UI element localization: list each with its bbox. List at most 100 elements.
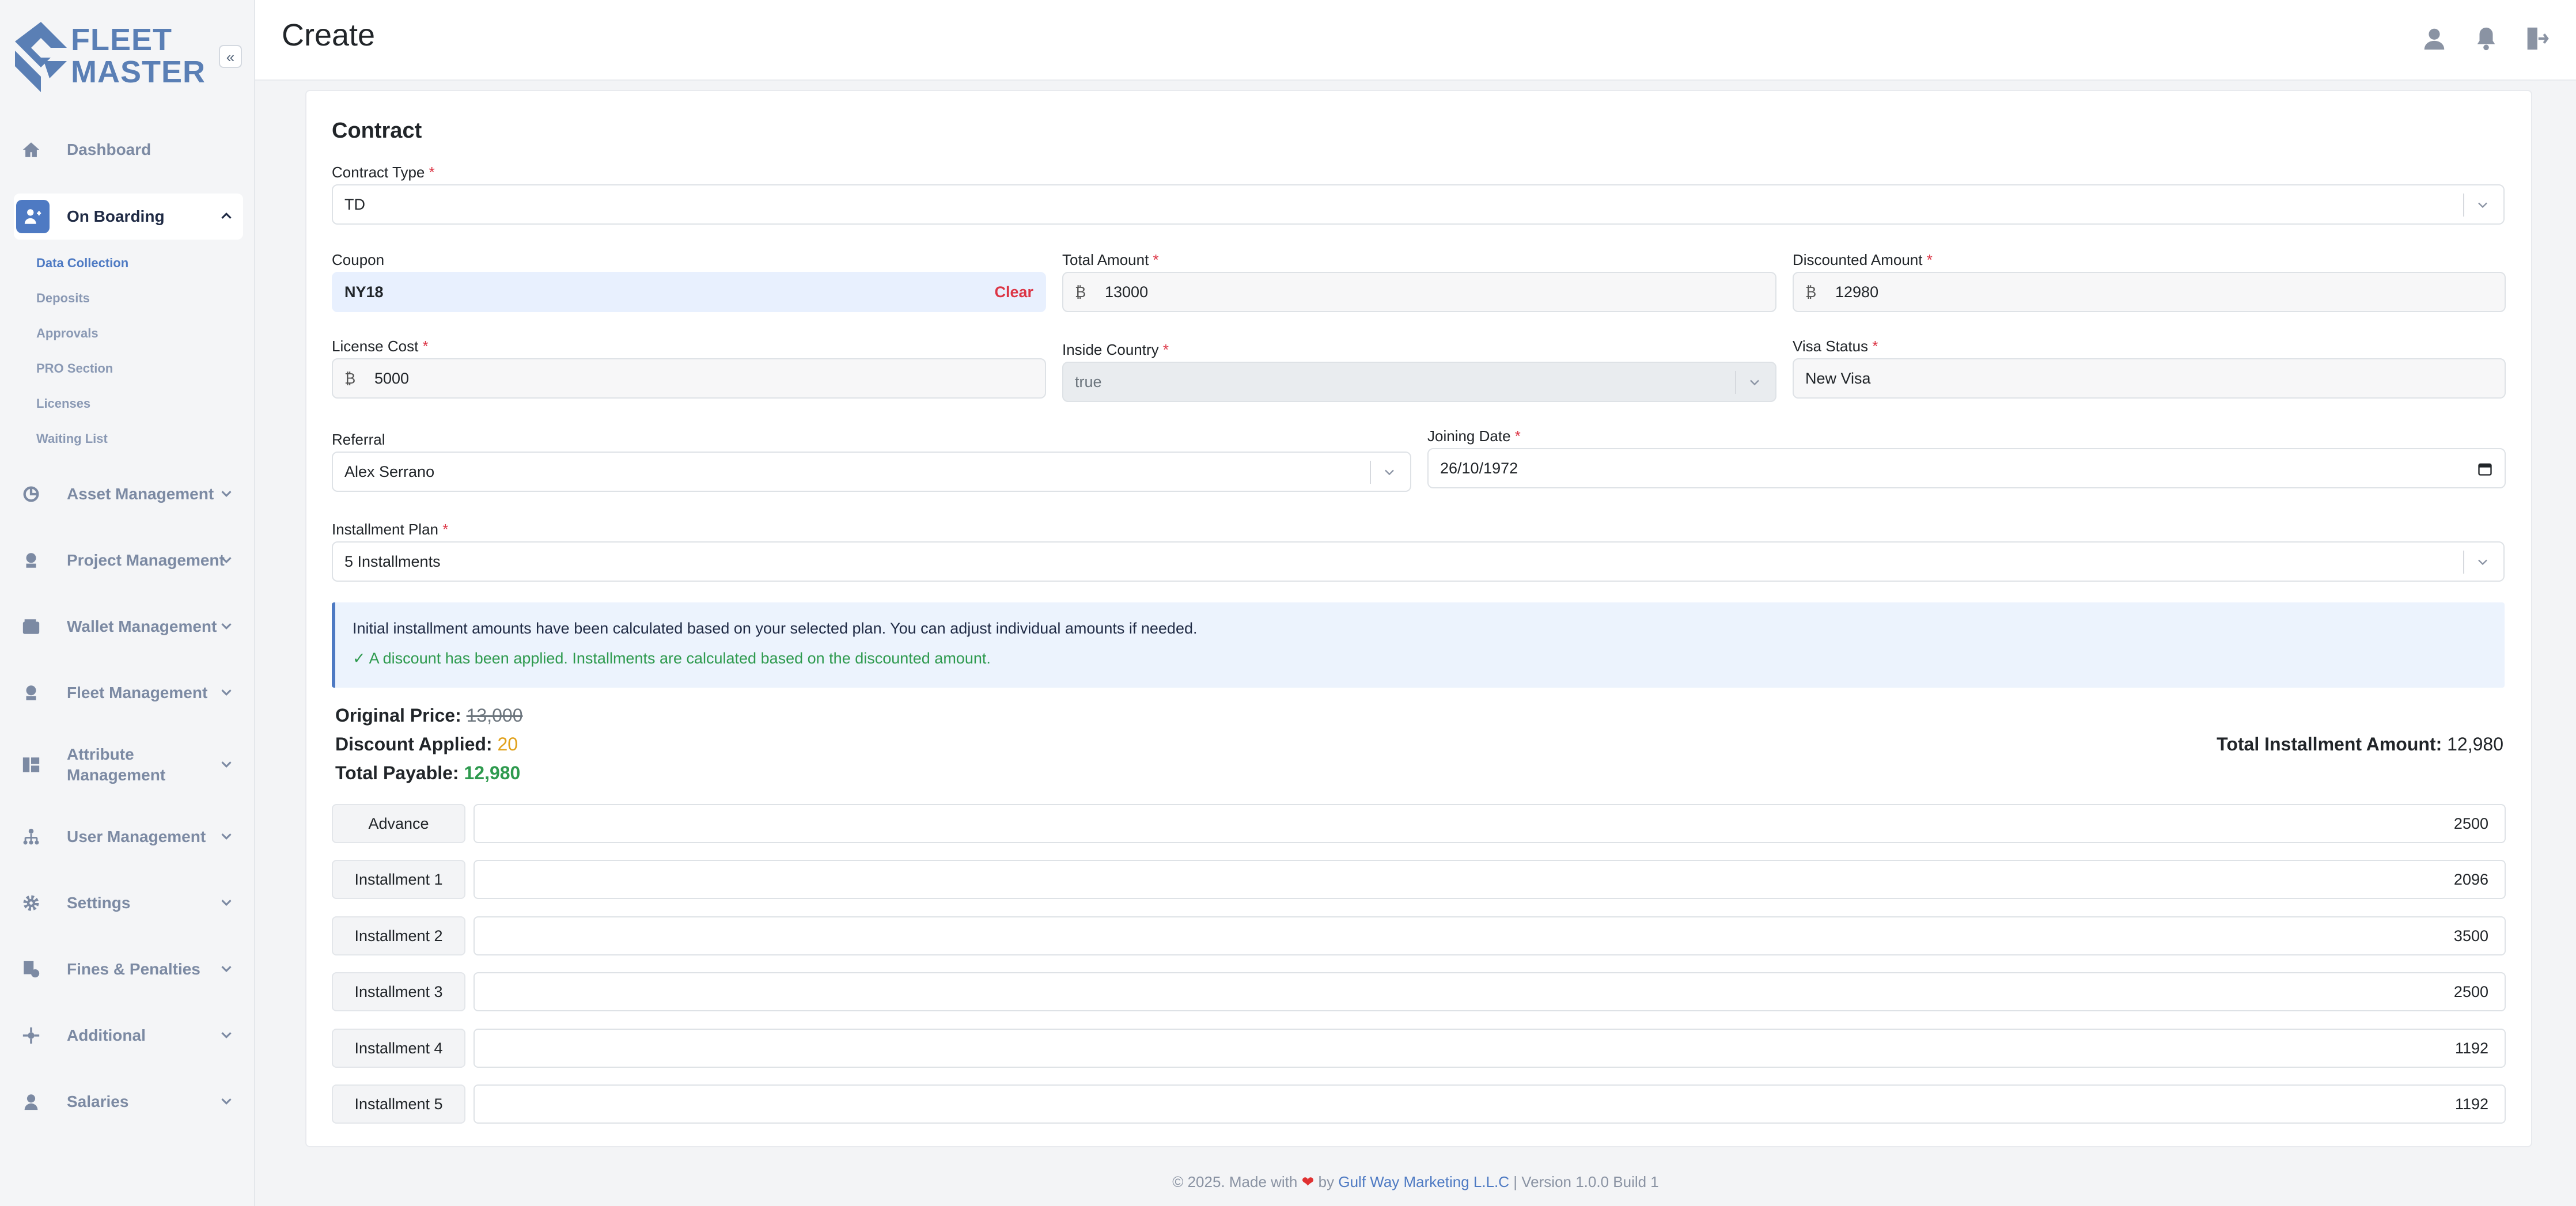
sidebar-sub-waiting-list[interactable]: Waiting List [36, 431, 108, 446]
joining-date-value: 26/10/1972 [1440, 460, 1518, 477]
installment-input-1[interactable]: 2096 [473, 860, 2506, 899]
sidebar-item-attribute-management[interactable]: Attribute Management [14, 742, 243, 788]
logout-icon[interactable] [2523, 25, 2550, 52]
sidebar-item-additional[interactable]: Additional [14, 1012, 243, 1059]
users-icon [20, 825, 43, 848]
sidebar-sub-licenses[interactable]: Licenses [36, 396, 90, 411]
sidebar-item-label: On Boarding [67, 207, 165, 225]
sidebar-sub-approvals[interactable]: Approvals [36, 326, 99, 341]
sidebar-sub-deposits[interactable]: Deposits [36, 291, 90, 306]
installment-label-advance: Advance [332, 804, 465, 843]
discounted-amount-input[interactable]: ₿ 12980 [1793, 272, 2506, 312]
section-title: Contract [332, 119, 422, 143]
fleet-icon [20, 681, 43, 704]
sidebar-item-label-line2: Management [67, 766, 166, 784]
chevron-down-icon [221, 1032, 232, 1038]
logo-text-master: MASTER [71, 55, 206, 89]
sidebar-item-wallet-management[interactable]: Wallet Management [14, 604, 243, 650]
discounted-amount-value: 12980 [1835, 283, 1879, 301]
installment-input-advance[interactable]: 2500 [473, 804, 2506, 843]
installment-plan-select[interactable]: 5 Installments [332, 541, 2505, 582]
sidebar-item-label: Dashboard [67, 141, 151, 158]
coupon-value: NY18 [344, 283, 384, 301]
total-installment-value: 12,980 [2447, 734, 2503, 754]
license-cost-input[interactable]: ₿ 5000 [332, 358, 1046, 399]
sidebar-item-settings[interactable]: Settings [14, 880, 243, 926]
clear-coupon-button[interactable]: Clear [994, 273, 1033, 311]
company-link[interactable]: Gulf Way Marketing L.L.C [1338, 1173, 1509, 1190]
sidebar-item-label: Attribute [67, 745, 134, 763]
contract-form-card: Contract Contract Type * TD Coupon NY18 … [305, 90, 2532, 1147]
home-icon [20, 138, 43, 161]
sidebar-item-salaries[interactable]: Salaries [14, 1079, 243, 1125]
installment-input-3[interactable]: 2500 [473, 972, 2506, 1011]
sidebar-item-fines-penalties[interactable]: Fines & Penalties [14, 946, 243, 992]
license-cost-label: License Cost * [332, 337, 429, 355]
total-amount-input[interactable]: ₿ 13000 [1062, 272, 1776, 312]
sidebar-item-asset-management[interactable]: Asset Management [14, 471, 243, 517]
logo: FLEET MASTER [15, 22, 211, 92]
sidebar-item-user-management[interactable]: User Management [14, 814, 243, 860]
visa-status-input[interactable]: New Visa [1793, 358, 2506, 399]
chevron-down-icon [1750, 380, 1759, 386]
installment-label-4: Installment 4 [332, 1029, 465, 1068]
discount-applied: Discount Applied: 20 [335, 734, 518, 754]
installment-input-4[interactable]: 1192 [473, 1029, 2506, 1068]
chevron-down-icon [221, 491, 232, 497]
sidebar-item-label: Fleet Management [67, 684, 208, 701]
installment-input-5[interactable]: 1192 [473, 1084, 2506, 1124]
original-price-value: 13,000 [466, 705, 523, 726]
calendar-icon[interactable] [2477, 461, 2493, 477]
contract-type-select[interactable]: TD [332, 184, 2505, 225]
footer: © 2025. Made with ❤ by Gulf Way Marketin… [255, 1158, 2576, 1206]
currency-icon: ₿ [344, 370, 356, 387]
inside-country-label: Inside Country * [1062, 341, 1169, 358]
attribute-icon [20, 753, 43, 776]
sidebar-item-project-management[interactable]: Project Management [14, 537, 243, 583]
alert-info-text: Initial installment amounts have been ca… [353, 620, 1198, 637]
referral-select[interactable]: Alex Serrano [332, 452, 1411, 492]
chevron-down-icon [221, 557, 232, 563]
version-text: | Version 1.0.0 Build 1 [1513, 1173, 1659, 1190]
logo-text-fleet: FLEET [71, 22, 172, 57]
referral-value: Alex Serrano [344, 463, 435, 480]
collapse-sidebar-button[interactable]: « [219, 45, 242, 68]
currency-icon: ₿ [1075, 283, 1086, 301]
wallet-icon [20, 615, 43, 638]
user-icon[interactable] [2421, 25, 2448, 52]
chevron-down-icon [2478, 202, 2487, 208]
license-cost-value: 5000 [374, 370, 410, 387]
sidebar: FLEET MASTER « Dashboard On Boarding Dat… [0, 0, 255, 1206]
onboarding-icon [16, 200, 50, 233]
chevron-down-icon [221, 833, 232, 840]
installment-input-2[interactable]: 3500 [473, 916, 2506, 955]
total-payable: Total Payable: 12,980 [335, 763, 521, 783]
installment-label-3: Installment 3 [332, 972, 465, 1011]
inside-country-select[interactable]: true [1062, 362, 1776, 402]
visa-status-value: New Visa [1805, 370, 1871, 387]
sidebar-item-label: Project Management [67, 551, 225, 569]
check-icon: ✓ [353, 650, 369, 667]
referral-label: Referral [332, 431, 385, 448]
joining-date-input[interactable]: 26/10/1972 [1427, 448, 2506, 488]
sidebar-item-label: Asset Management [67, 485, 214, 503]
salaries-icon [20, 1090, 43, 1113]
logo-icon [15, 22, 67, 92]
coupon-input[interactable]: NY18 Clear [332, 272, 1046, 312]
installment-plan-value: 5 Installments [344, 553, 441, 570]
installment-plan-label: Installment Plan * [332, 521, 449, 538]
bell-icon[interactable] [2473, 25, 2499, 52]
sidebar-item-fleet-management[interactable]: Fleet Management [14, 670, 243, 716]
sidebar-sub-pro-section[interactable]: PRO Section [36, 361, 113, 376]
sidebar-item-on-boarding[interactable]: On Boarding [14, 194, 243, 240]
contract-type-label: Contract Type * [332, 164, 435, 181]
sidebar-sub-data-collection[interactable]: Data Collection [36, 256, 128, 271]
sidebar-item-dashboard[interactable]: Dashboard [14, 127, 243, 173]
chevron-down-icon [221, 689, 232, 696]
chevron-down-icon [221, 623, 232, 629]
top-header: Create [255, 0, 2576, 81]
visa-status-label: Visa Status * [1793, 337, 1878, 355]
contract-type-value: TD [344, 196, 365, 213]
total-amount-label: Total Amount * [1062, 251, 1159, 268]
chevron-down-icon [2478, 559, 2487, 566]
